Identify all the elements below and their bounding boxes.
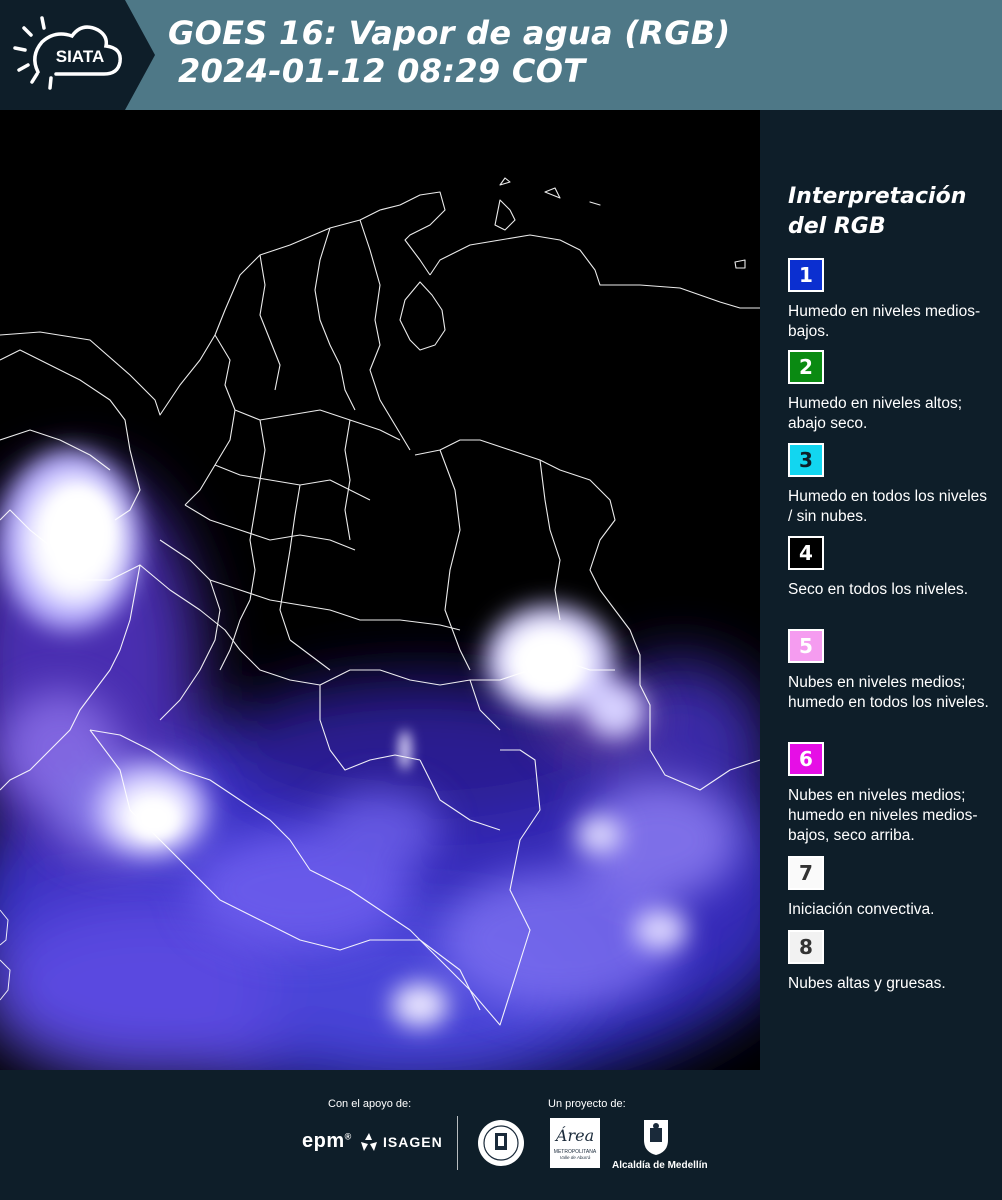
page-subtitle-datetime: 2024-01-12 08:29 COT: [178, 52, 586, 90]
legend-item-5: 5 Nubes en niveles medios; humedo en todo…: [788, 629, 993, 713]
legend-item-8: 8 Nubes altas y gruesas.: [788, 930, 993, 994]
legend-swatch-7: 7: [788, 856, 824, 890]
alcaldia-medellin-label: Alcaldía de Medellín: [612, 1160, 708, 1171]
epm-logo: epm®: [302, 1130, 352, 1152]
legend-description-4: Seco en todos los niveles.: [788, 581, 969, 598]
satellite-map[interactable]: [0, 110, 760, 1070]
title-block: GOES 16: Vapor de agua (RGB) 2024-01-12 …: [168, 14, 730, 90]
legend-description-6: Nubes en niveles medios; humedo en nivel…: [788, 787, 978, 844]
legend-title-line1: Interpretación: [788, 184, 967, 209]
legend-swatch-4: 4: [788, 536, 824, 570]
satellite-image: [0, 110, 760, 1070]
legend-swatch-8: 8: [788, 930, 824, 964]
isagen-logo: ISAGEN: [358, 1132, 443, 1152]
project-caption: Un proyecto de:: [548, 1098, 626, 1110]
legend-swatch-5: 5: [788, 629, 824, 663]
page-title: GOES 16: Vapor de agua (RGB): [168, 14, 731, 52]
legend-item-4: 4 Seco en todos los niveles.: [788, 536, 993, 600]
legend-description-1: Humedo en niveles medios-bajos.: [788, 303, 981, 340]
legend-panel: Interpretación del RGB 1 Humedo en nivele…: [760, 110, 1002, 1070]
legend-description-8: Nubes altas y gruesas.: [788, 975, 946, 992]
footer-divider: [457, 1116, 458, 1170]
legend-swatch-1: 1: [788, 258, 824, 292]
legend-description-2: Humedo en niveles altos; abajo seco.: [788, 395, 963, 432]
legend-swatch-2: 2: [788, 350, 824, 384]
siata-logo: SIATA: [0, 0, 155, 110]
legend-description-7: Iniciación convectiva.: [788, 901, 935, 918]
support-caption: Con el apoyo de:: [328, 1098, 412, 1110]
isagen-mark-icon: [361, 1133, 377, 1151]
antioquia-seal-icon: [478, 1120, 524, 1166]
legend-description-3: Humedo en todos los niveles / sin nubes.: [788, 488, 988, 525]
area-metropolitana-logo: Área METROPOLITANA Valle de Aburrá: [550, 1118, 600, 1168]
legend-title-line2: del RGB: [788, 214, 886, 239]
legend-title: Interpretación del RGB: [788, 182, 966, 242]
header-bar: SIATA GOES 16: Vapor de agua (RGB) 2024-…: [0, 0, 1002, 110]
legend-item-1: 1 Humedo en niveles medios-bajos.: [788, 258, 993, 342]
legend-item-7: 7 Iniciación convectiva.: [788, 856, 993, 920]
svg-text:SIATA: SIATA: [56, 47, 104, 66]
footer: Con el apoyo de: Un proyecto de: epm® IS…: [0, 1070, 1002, 1200]
legend-item-6: 6 Nubes en niveles medios; humedo en nive…: [788, 742, 993, 846]
legend-item-3: 3 Humedo en todos los niveles / sin nubes…: [788, 443, 993, 527]
medellin-shield-icon: [644, 1120, 668, 1155]
legend-swatch-3: 3: [788, 443, 824, 477]
legend-item-2: 2 Humedo en niveles altos; abajo seco.: [788, 350, 993, 434]
legend-description-5: Nubes en niveles medios; humedo en todos…: [788, 674, 989, 711]
legend-swatch-6: 6: [788, 742, 824, 776]
